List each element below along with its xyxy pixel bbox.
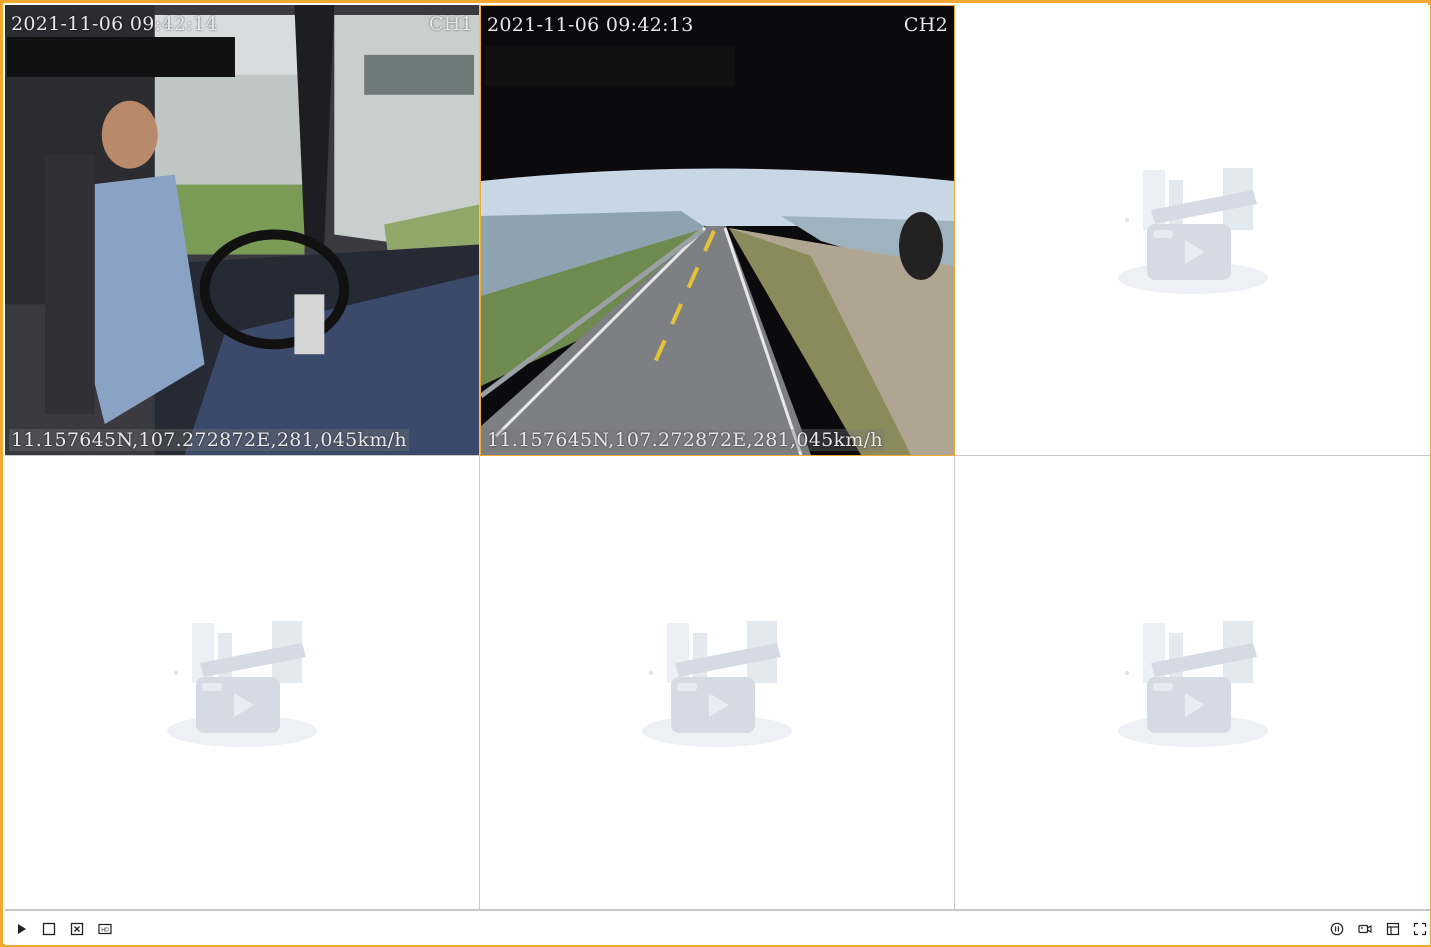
- layout-button[interactable]: [1384, 920, 1402, 938]
- gps-overlay: 11.157645N,107.272872E,281,045km/h: [485, 429, 885, 451]
- no-video-placeholder-icon: [1113, 160, 1273, 300]
- cab-camera-feed: 2021-11-06 09:42:14 CH1 11.157645N,107.2…: [5, 5, 479, 455]
- layout-icon: [1386, 922, 1400, 936]
- hd-icon: HD: [98, 923, 112, 935]
- play-button[interactable]: [12, 920, 30, 938]
- channel-label: CH1: [428, 13, 473, 35]
- record-icon: [1358, 924, 1372, 934]
- no-video-placeholder-icon: [637, 613, 797, 753]
- play-icon: [18, 924, 26, 934]
- redaction-box: [7, 37, 235, 77]
- record-button[interactable]: [1356, 920, 1374, 938]
- stop-button[interactable]: [40, 920, 58, 938]
- video-grid: 2021-11-06 09:42:14 CH1 11.157645N,107.2…: [5, 5, 1430, 910]
- pause-all-button[interactable]: [1328, 920, 1346, 938]
- no-video-placeholder-icon: [1113, 613, 1273, 753]
- video-cell-ch2[interactable]: 2021-11-06 09:42:13 CH2 11.157645N,107.2…: [480, 5, 955, 456]
- video-cell-ch1[interactable]: 2021-11-06 09:42:14 CH1 11.157645N,107.2…: [5, 5, 480, 456]
- video-cell-empty-5[interactable]: [480, 456, 955, 910]
- no-video-placeholder-icon: [162, 613, 322, 753]
- timestamp-overlay: 2021-11-06 09:42:14: [11, 13, 218, 35]
- hd-label: HD: [101, 928, 109, 934]
- hd-button[interactable]: HD: [96, 920, 114, 938]
- close-all-icon: [70, 922, 84, 936]
- fullscreen-button[interactable]: [1411, 920, 1429, 938]
- gps-overlay: 11.157645N,107.272872E,281,045km/h: [9, 429, 409, 451]
- redaction-box: [485, 46, 735, 86]
- stop-icon: [42, 922, 56, 936]
- video-player: 2021-11-06 09:42:14 CH1 11.157645N,107.2…: [0, 0, 1431, 947]
- video-cell-empty-4[interactable]: [5, 456, 480, 910]
- control-bar: HD: [5, 910, 1430, 945]
- video-cell-empty-6[interactable]: [955, 456, 1430, 910]
- channel-label: CH2: [903, 14, 948, 36]
- close-all-button[interactable]: [68, 920, 86, 938]
- timestamp-overlay: 2021-11-06 09:42:13: [487, 14, 694, 36]
- pause-circle-icon: [1330, 922, 1344, 936]
- video-cell-empty-3[interactable]: [955, 5, 1430, 456]
- road-camera-feed: 2021-11-06 09:42:13 CH2 11.157645N,107.2…: [481, 6, 954, 455]
- fullscreen-icon: [1413, 922, 1427, 936]
